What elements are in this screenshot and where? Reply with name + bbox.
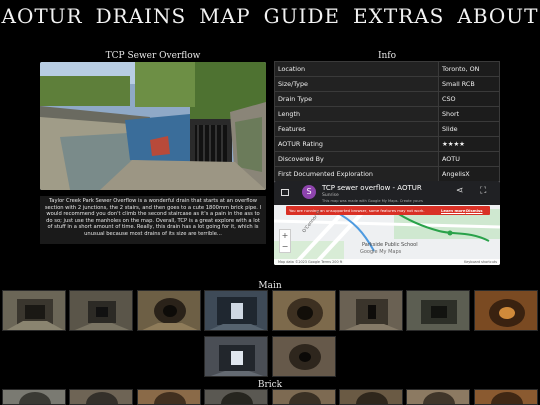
gallery-thumbnail[interactable] <box>272 389 336 405</box>
nav-guide[interactable]: GUIDE <box>264 4 340 28</box>
info-value: Toronto, ON <box>438 61 500 77</box>
gallery-thumbnail[interactable] <box>406 389 470 405</box>
zoom-in-button[interactable]: + <box>280 230 290 241</box>
gallery-thumbnail[interactable] <box>137 290 201 331</box>
map-title[interactable]: TCP sewer overflow - AOTUR <box>322 184 422 192</box>
gallery-thumbnail[interactable] <box>204 389 268 405</box>
map-header: S TCP sewer overflow - AOTUR Sunrise Thi… <box>274 181 500 205</box>
gallery-thumbnail[interactable] <box>69 290 133 331</box>
nav-extras[interactable]: EXTRAS <box>353 4 444 28</box>
info-table: Location Toronto, ON Size/Type Small RCB D… <box>274 61 500 182</box>
gallery-thumbnail[interactable] <box>272 336 336 377</box>
table-row: Drain Type CSO <box>274 91 500 107</box>
gallery-thumbnail[interactable] <box>272 290 336 331</box>
zoom-out-button[interactable]: − <box>280 241 290 252</box>
map-hint: This map was made with Google My Maps. C… <box>322 199 423 203</box>
info-value: CSO <box>438 91 500 107</box>
table-row: Length Short <box>274 106 500 122</box>
nav-about[interactable]: ABOUT <box>457 4 538 28</box>
info-key: Features <box>274 121 439 137</box>
info-key: Size/Type <box>274 76 439 92</box>
info-value: AngelisX <box>438 166 500 182</box>
info-value: Short <box>438 106 500 122</box>
map-logo: Google My Maps <box>360 249 402 255</box>
top-nav: AOTUR DRAINS MAP GUIDE EXTRAS ABOUT <box>0 4 540 28</box>
fullscreen-icon[interactable]: ⛶ <box>480 186 486 196</box>
gallery-thumbnail[interactable] <box>339 290 403 331</box>
map-attribution[interactable]: Map data ©2023 Google Terms 200 ft <box>278 260 342 264</box>
gallery-thumbnail[interactable] <box>204 336 268 377</box>
table-row: Features Slide <box>274 121 500 137</box>
info-key: Discovered By <box>274 151 439 167</box>
keyboard-shortcuts-link[interactable]: Keyboard shortcuts <box>464 260 497 264</box>
info-key: Location <box>274 61 439 77</box>
nav-drains[interactable]: DRAINS <box>96 4 187 28</box>
gallery-thumbnail[interactable] <box>474 389 538 405</box>
nav-map[interactable]: MAP <box>199 4 250 28</box>
rating-stars: ★★★★ <box>438 136 500 152</box>
dismiss-button[interactable]: Dismiss <box>466 208 483 213</box>
map-footer: Map data ©2023 Google Terms 200 ft Keybo… <box>274 259 500 265</box>
map-subtitle: Sunrise <box>322 193 339 198</box>
info-key: Drain Type <box>274 91 439 107</box>
drain-description: Taylor Creek Park Sewer Overflow is a wo… <box>40 196 266 244</box>
gallery-thumbnail[interactable] <box>69 389 133 405</box>
learn-more-link[interactable]: Learn more <box>441 208 465 213</box>
page-title: TCP Sewer Overflow <box>105 51 201 61</box>
table-row: AOTUR Rating ★★★★ <box>274 136 500 152</box>
gallery-thumbnail[interactable] <box>2 290 66 331</box>
gallery-thumbnail[interactable] <box>2 389 66 405</box>
hero-photo <box>40 62 266 190</box>
share-icon[interactable]: ⋖ <box>456 186 464 196</box>
embedded-map[interactable]: S TCP sewer overflow - AOTUR Sunrise Thi… <box>274 181 500 265</box>
table-row: First Documented Exploration AngelisX <box>274 166 500 182</box>
place-label: Parkside Public School <box>362 242 418 248</box>
table-row: Discovered By AOTU <box>274 151 500 167</box>
gallery-thumbnail[interactable] <box>474 290 538 331</box>
gallery-thumbnail[interactable] <box>137 389 201 405</box>
info-title: Info <box>377 51 397 61</box>
map-menu-icon[interactable] <box>281 189 289 196</box>
gallery-thumbnail[interactable] <box>339 389 403 405</box>
warning-text: You are running an unsupported browser, … <box>289 208 425 213</box>
gallery-thumbnail[interactable] <box>406 290 470 331</box>
nav-aotur[interactable]: AOTUR <box>2 4 83 28</box>
table-row: Size/Type Small RCB <box>274 76 500 92</box>
info-value: Slide <box>438 121 500 137</box>
info-key: Length <box>274 106 439 122</box>
info-key: First Documented Exploration <box>274 166 439 182</box>
zoom-controls: + − <box>279 229 291 253</box>
info-key: AOTUR Rating <box>274 136 439 152</box>
table-row: Location Toronto, ON <box>274 61 500 77</box>
info-value: Small RCB <box>438 76 500 92</box>
gallery-thumbnail[interactable] <box>204 290 268 331</box>
map-avatar: S <box>302 185 316 199</box>
info-value: AOTU <box>438 151 500 167</box>
